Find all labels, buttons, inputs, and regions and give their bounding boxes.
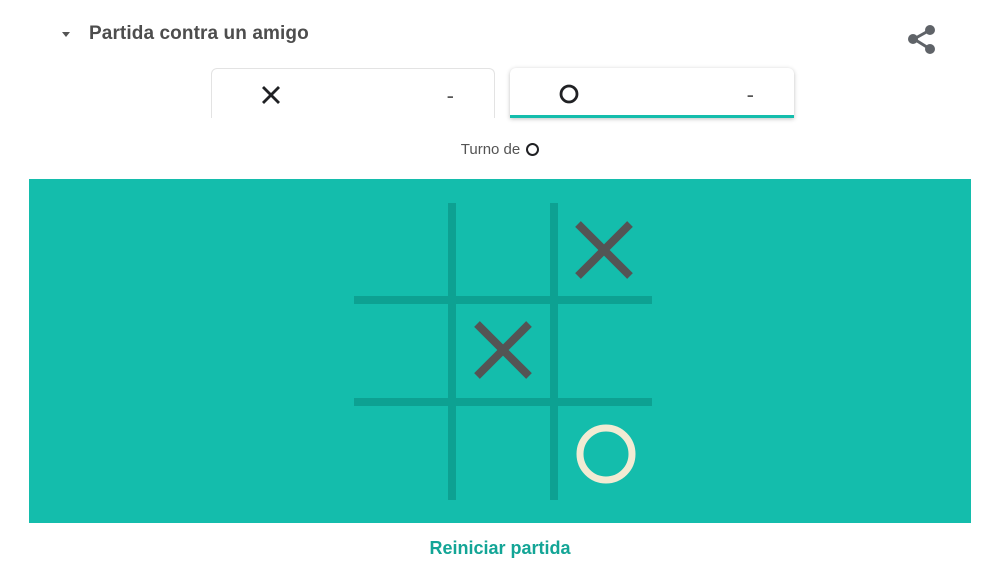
game-board — [29, 179, 971, 523]
restart-game-button[interactable]: Reiniciar partida — [0, 538, 1000, 559]
board-svg — [354, 203, 652, 500]
board-cell-r2-c1[interactable] — [356, 304, 448, 396]
game-mode-label: Partida contra un amigo — [89, 23, 309, 44]
board-cell-r1-c2[interactable] — [457, 204, 549, 296]
share-icon — [908, 25, 935, 54]
board-cell-r2-c3[interactable] — [558, 304, 650, 396]
o-icon — [559, 84, 579, 104]
player-o-score: - — [746, 82, 754, 107]
turn-label: Turno de — [460, 141, 521, 158]
caret-down-icon — [62, 31, 70, 37]
game-mode-dropdown[interactable]: Partida contra un amigo — [62, 20, 309, 48]
share-button[interactable] — [904, 22, 940, 58]
player-x-score: - — [446, 83, 454, 108]
board-cell-r3-c1[interactable] — [356, 405, 448, 497]
turn-indicator: Turno de — [0, 141, 1000, 158]
player-o-score-card[interactable]: - — [510, 68, 794, 118]
player-x-score-card[interactable]: - — [211, 68, 495, 118]
x-icon — [262, 86, 280, 104]
board-cell-r3-c2[interactable] — [457, 405, 549, 497]
turn-o-icon — [526, 143, 540, 156]
board-cell-r1-c1[interactable] — [356, 204, 448, 296]
